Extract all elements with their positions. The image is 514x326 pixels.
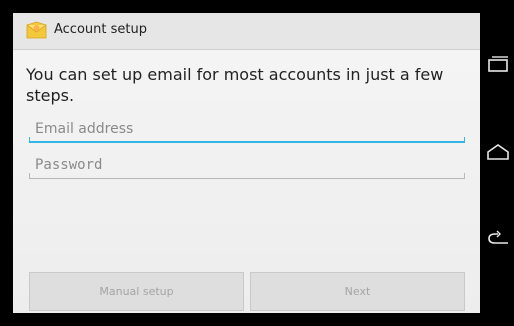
password-field-container xyxy=(29,153,465,179)
navigation-bar xyxy=(480,0,514,326)
recent-apps-icon[interactable] xyxy=(486,55,510,75)
page-title: Account setup xyxy=(54,22,147,37)
email-app-icon xyxy=(26,21,47,39)
email-field-container xyxy=(29,117,465,143)
back-icon[interactable] xyxy=(486,229,510,249)
next-button[interactable]: Next xyxy=(250,272,465,311)
password-field-underline xyxy=(29,173,465,179)
action-bar: Account setup xyxy=(13,13,480,50)
account-setup-screen: Account setup You can set up email for m… xyxy=(13,13,480,313)
home-icon[interactable] xyxy=(486,142,510,162)
intro-text: You can set up email for most accounts i… xyxy=(26,65,444,105)
manual-setup-button[interactable]: Manual setup xyxy=(29,272,244,311)
email-field-underline xyxy=(29,137,465,143)
